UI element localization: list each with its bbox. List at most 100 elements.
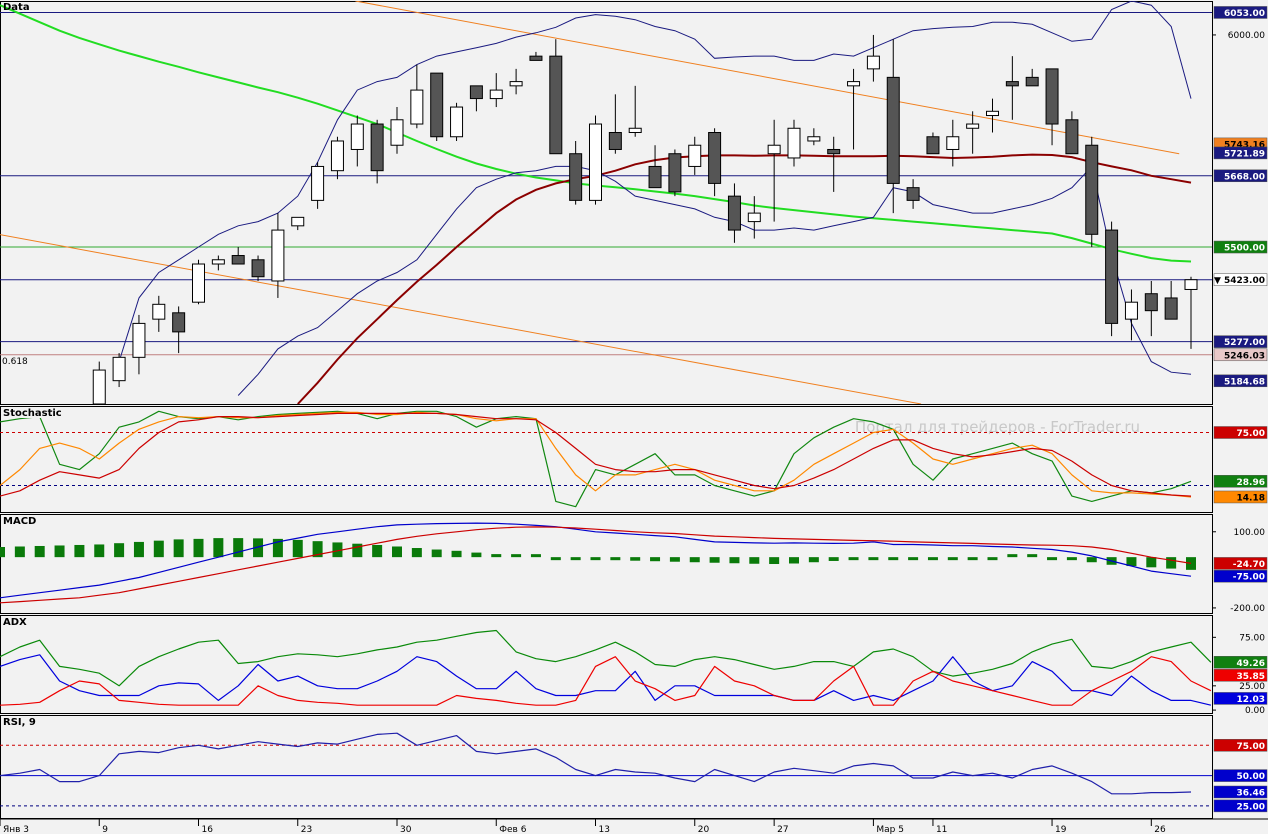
macd-histogram-bar <box>947 557 958 561</box>
macd-histogram-bar <box>114 543 125 558</box>
indicator-tag: 25.00 <box>1237 802 1265 812</box>
candle-body <box>1105 229 1119 324</box>
macd-histogram-bar <box>451 550 462 558</box>
candle-body <box>132 322 146 358</box>
macd-histogram-bar <box>789 557 799 564</box>
macd-histogram-bar <box>1186 557 1196 570</box>
macd-histogram-bar <box>808 557 819 563</box>
candle-body <box>589 123 602 201</box>
pane-title: Stochastic <box>3 408 62 419</box>
candle-body <box>92 369 106 404</box>
x-axis-label: Мар 5 <box>876 825 904 834</box>
macd-histogram-bar <box>590 557 601 561</box>
candle-body <box>549 55 563 155</box>
macd-histogram-bar <box>1027 554 1038 558</box>
candle-body <box>1085 144 1099 235</box>
indicator-tag: 28.96 <box>1237 478 1265 488</box>
candle-body <box>847 81 861 87</box>
macd-histogram-bar <box>511 554 522 558</box>
macd-histogram-bar <box>1086 557 1097 563</box>
macd-histogram-bar <box>1066 557 1077 561</box>
macd-histogram-bar <box>828 557 839 561</box>
macd-histogram-bar <box>550 557 561 561</box>
macd-histogram-bar <box>570 557 581 561</box>
price-tag: 6053.00 <box>1224 9 1265 19</box>
macd-histogram-bar <box>1007 554 1018 558</box>
macd-histogram-bar <box>848 557 859 561</box>
macd-histogram-bar <box>213 538 224 558</box>
price-tag: 5277.00 <box>1224 338 1265 348</box>
candle-body <box>906 187 920 201</box>
macd-histogram-bar <box>729 557 740 564</box>
macd-histogram-bar <box>769 557 780 565</box>
candle-body <box>727 195 741 231</box>
macd-histogram-bar <box>650 557 661 562</box>
x-axis-label: 26 <box>1154 825 1166 834</box>
candle-body <box>330 140 344 172</box>
macd-histogram-bar <box>967 557 978 561</box>
candle-body <box>152 303 166 320</box>
y-axis-label: -200.00 <box>1230 604 1265 614</box>
macd-histogram-bar <box>987 557 998 561</box>
candle-body <box>231 255 245 265</box>
y-axis-label: 0.00 <box>1245 706 1265 716</box>
macd-histogram-bar <box>888 557 899 561</box>
x-axis-label: Фев 6 <box>499 825 526 834</box>
macd-histogram-bar <box>1146 557 1157 568</box>
macd-histogram-bar <box>610 557 621 561</box>
chart-window: Портал для трейдеров - ForTrader.ru Янв 3… <box>0 0 1268 834</box>
candle-body <box>529 55 543 61</box>
candle-body <box>1045 68 1059 125</box>
candle-body <box>827 148 841 155</box>
candle-body <box>430 72 444 138</box>
candle-body <box>787 127 801 159</box>
x-axis-label: 9 <box>102 825 108 834</box>
candle-body <box>410 89 424 125</box>
candle-body <box>668 153 682 193</box>
candle-body <box>946 136 960 150</box>
macd-histogram-bar <box>908 557 919 561</box>
candle-body <box>271 229 285 282</box>
macd-histogram-bar <box>74 544 85 558</box>
pane-title: MACD <box>3 516 36 527</box>
candle-body <box>350 123 364 150</box>
candle-body <box>1144 293 1158 312</box>
x-axis-label: 27 <box>777 825 788 834</box>
indicator-tag: 75.00 <box>1237 429 1265 439</box>
candle-body <box>489 89 503 100</box>
macd-histogram-bar <box>292 539 303 558</box>
candle-body <box>211 259 225 265</box>
macd-histogram-bar <box>233 538 244 558</box>
candle-body <box>608 132 622 150</box>
macd-histogram-bar <box>868 557 879 561</box>
candle-body <box>509 81 523 87</box>
indicator-tag: 75.00 <box>1237 742 1265 752</box>
candle-body <box>886 76 900 184</box>
watermark-text: Портал для трейдеров - ForTrader.ru <box>855 418 1140 436</box>
x-axis-label: 13 <box>599 825 610 834</box>
candle-body <box>1184 279 1198 290</box>
pane-title-data: Data <box>3 2 30 13</box>
pane-title: RSI, 9 <box>3 717 36 728</box>
candle-body <box>926 136 940 155</box>
macd-histogram-bar <box>431 549 442 558</box>
indicator-tag: 12.03 <box>1237 695 1265 705</box>
macd-histogram-bar <box>411 548 422 558</box>
candle-body <box>291 216 305 227</box>
indicator-tag: 50.00 <box>1237 772 1265 782</box>
macd-histogram-bar <box>669 557 680 562</box>
x-axis-label: 20 <box>698 825 710 834</box>
macd-histogram-bar <box>1166 557 1177 569</box>
candle-body <box>688 144 702 167</box>
x-axis-label: 19 <box>1055 825 1067 834</box>
macd-histogram-bar <box>471 552 482 558</box>
candle-body <box>311 165 325 201</box>
macd-histogram-bar <box>709 557 720 563</box>
macd-histogram-bar <box>34 545 45 558</box>
trading-chart[interactable]: Портал для трейдеров - ForTrader.ru Янв 3… <box>0 0 1268 834</box>
macd-histogram-bar <box>392 546 402 558</box>
macd-histogram-bar <box>372 544 383 558</box>
candle-body <box>767 144 781 155</box>
macd-histogram-bar <box>491 554 502 558</box>
indicator-tag: 49.26 <box>1237 659 1265 669</box>
